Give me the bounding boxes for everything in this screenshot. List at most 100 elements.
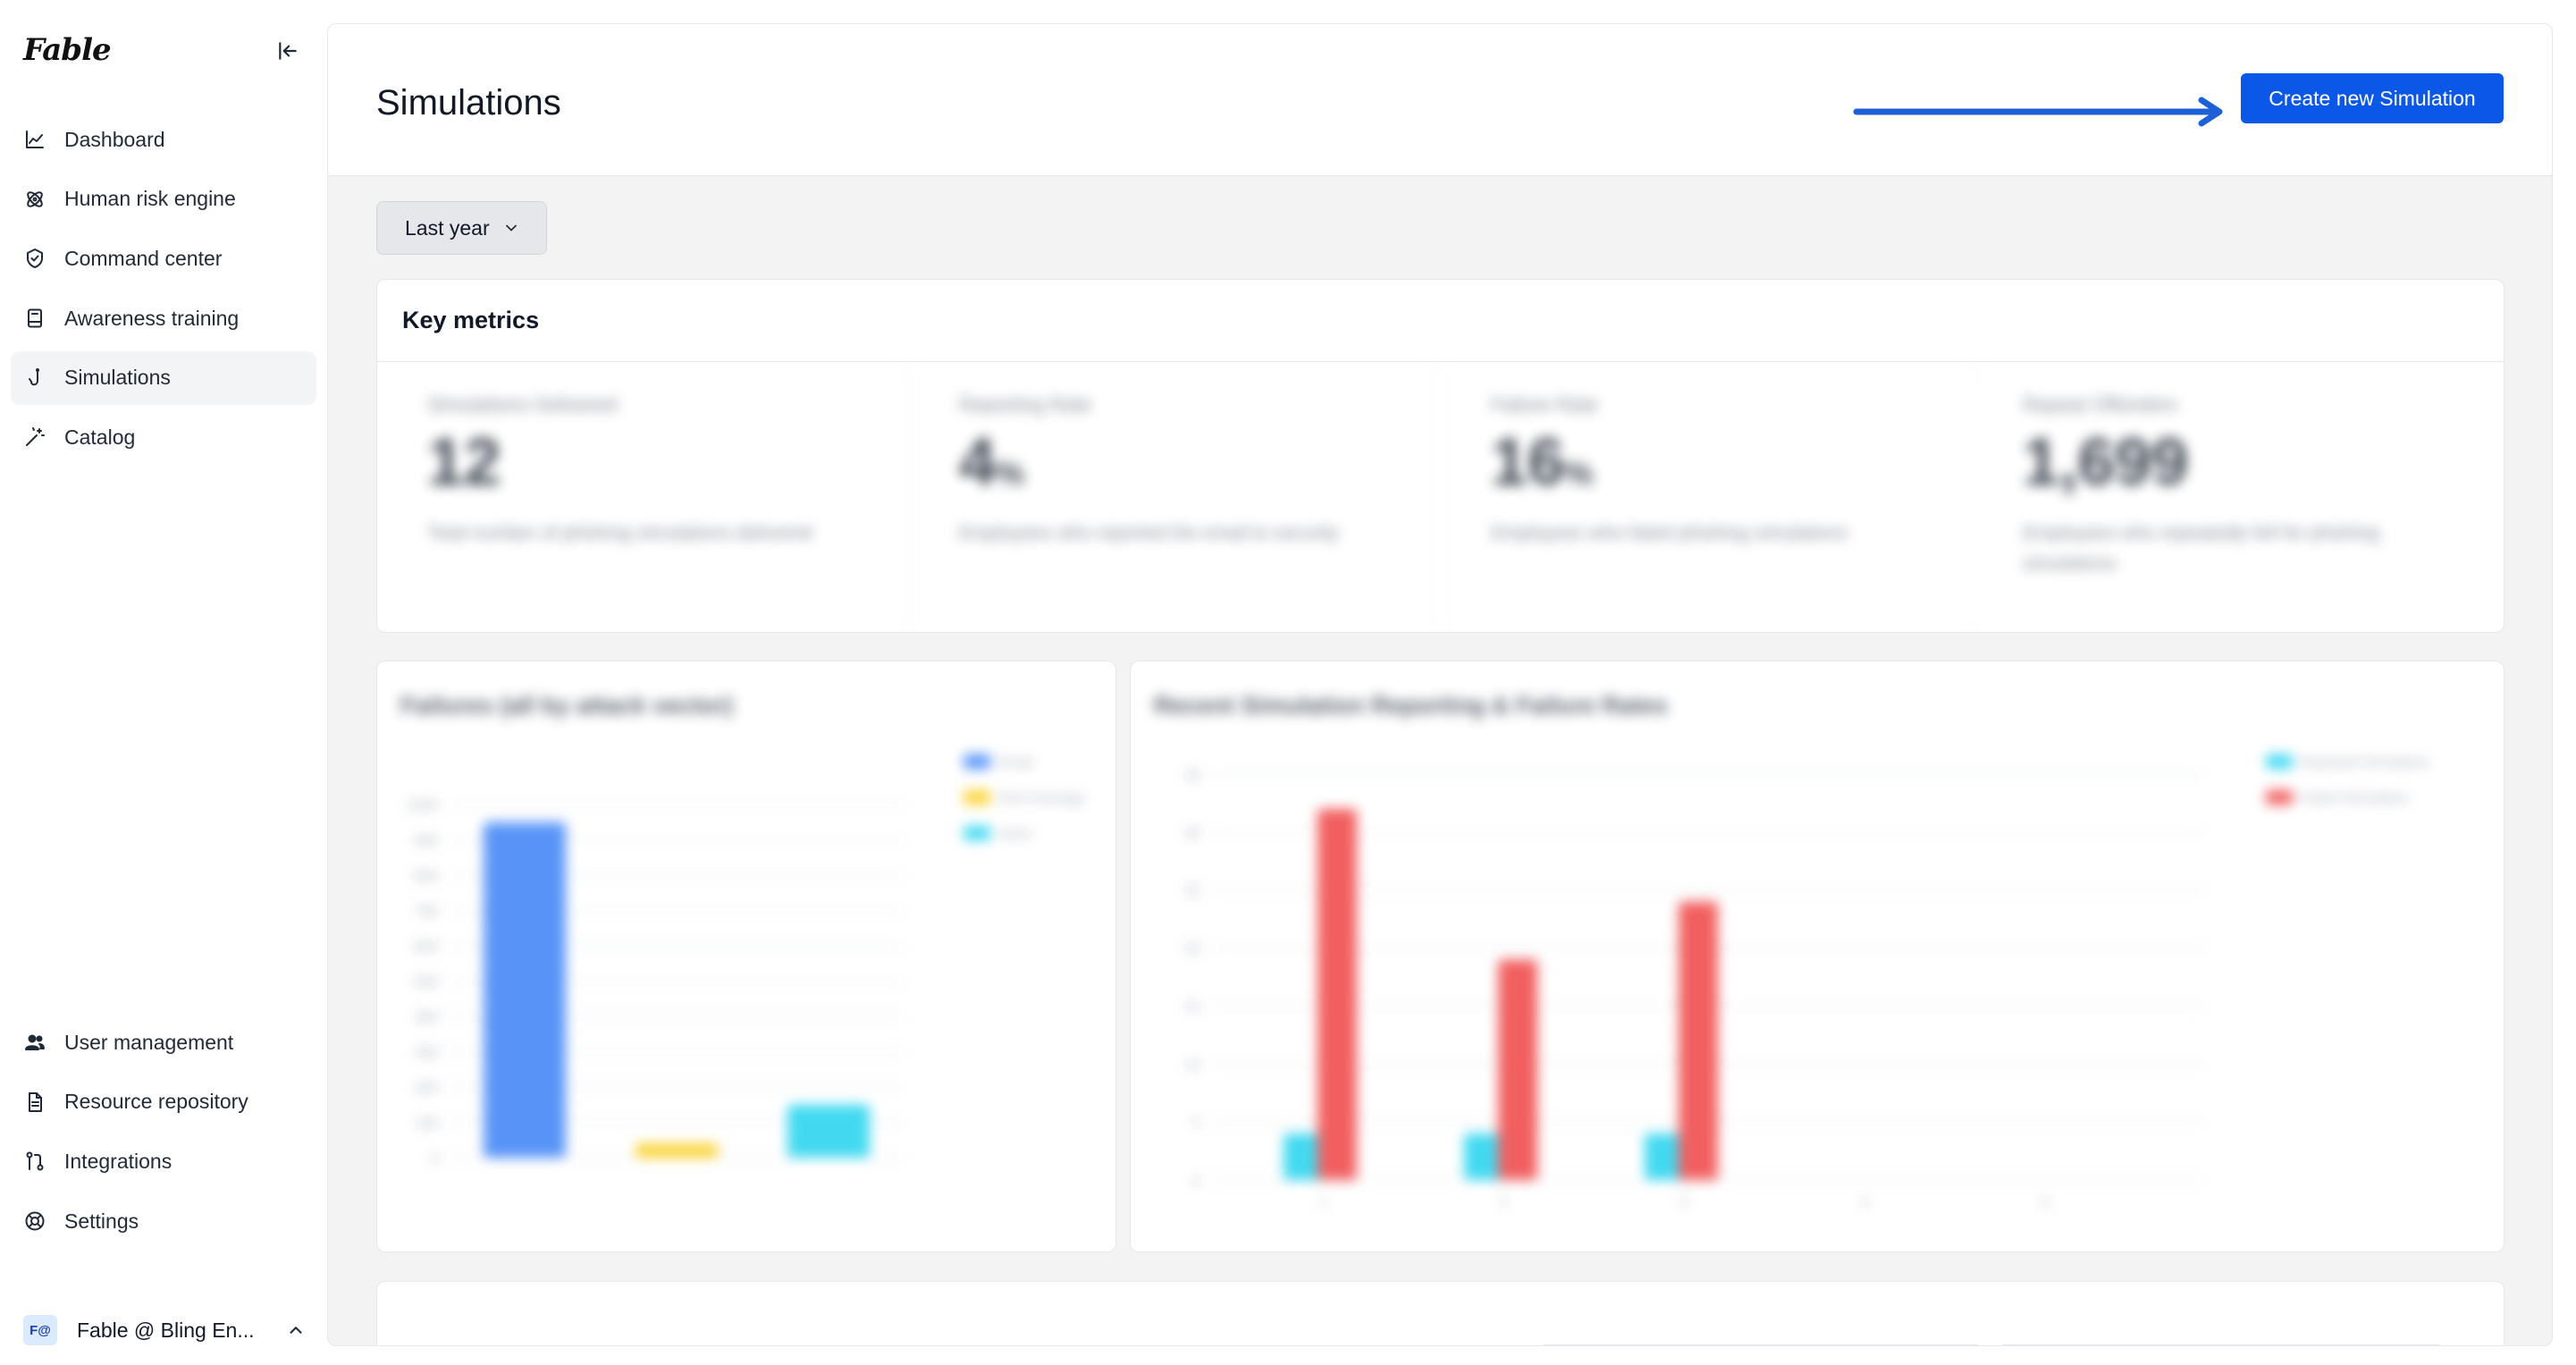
- sidebar-item-awareness-training[interactable]: Awareness training: [11, 291, 316, 345]
- y-tick-label: 20: [1184, 942, 1200, 957]
- metric-desc: Employees who reported the email to secu…: [959, 523, 1339, 543]
- y-tick-label: 0: [430, 1151, 438, 1167]
- y-tick-label: 600: [414, 939, 438, 955]
- y-tick-label: 700: [414, 905, 438, 920]
- y-tick-label: 35: [1184, 768, 1200, 783]
- y-tick-label: 100: [414, 1116, 438, 1132]
- atom-icon: [23, 188, 46, 211]
- date-range-value: Last year: [405, 215, 490, 240]
- legend-label: Reported Simulation: [2300, 755, 2429, 771]
- sidebar-item-label: Integrations: [64, 1149, 173, 1173]
- fish-hook-icon: [23, 367, 46, 390]
- bar-reported: [1284, 1133, 1323, 1180]
- metric-label: Repeat Offenders: [2023, 393, 2178, 416]
- sidebar-item-resource-repository[interactable]: Resource repository: [11, 1075, 316, 1129]
- metric-label: Reporting Rate: [959, 393, 1091, 416]
- y-tick-label: 15: [1184, 999, 1200, 1015]
- git-pull-icon: [23, 1150, 46, 1173]
- metric-value: 1,699: [2023, 425, 2189, 499]
- failures-bar-chart: 0 100 200 300 400 500 600 700 800 900 1000 Email Tex…: [406, 754, 1086, 1167]
- legend-swatch: [964, 790, 990, 805]
- sidebar-item-dashboard[interactable]: Dashboard: [11, 113, 316, 166]
- y-tick-label: 900: [414, 834, 438, 849]
- x-tick-label: 5: [2041, 1195, 2050, 1210]
- y-tick-label: 800: [414, 869, 438, 884]
- rates-chart-blur: Recent Simulation Reporting & Failure Ra…: [1131, 661, 2504, 1251]
- fable-logo[interactable]: Fable: [23, 32, 112, 68]
- sidebar-item-simulations[interactable]: Simulations: [11, 350, 316, 405]
- legend-label: Text message: [998, 791, 1086, 806]
- x-tick-label: 1: [1319, 1195, 1327, 1210]
- metric-label: Failure Rate: [1491, 393, 1598, 416]
- y-tick-label: 500: [414, 975, 438, 990]
- sidebar-item-label: Catalog: [64, 425, 136, 449]
- metric-label: Simulations Delivered: [427, 393, 618, 416]
- account-switcher[interactable]: F@ Fable @ Bling En...: [11, 1305, 316, 1355]
- y-tick-label: 200: [414, 1081, 438, 1096]
- sidebar-item-human-risk-engine[interactable]: Human risk engine: [11, 173, 316, 226]
- chevron-down-icon: [505, 224, 517, 232]
- y-tick-label: 0: [1192, 1174, 1200, 1189]
- sidebar-item-integrations[interactable]: Integrations: [11, 1134, 316, 1188]
- y-tick-label: 25: [1184, 884, 1200, 899]
- bar-failed: [1679, 901, 1718, 1180]
- legend-swatch: [2266, 754, 2293, 769]
- sidebar-item-label: Settings: [64, 1209, 139, 1233]
- magic-wand-icon: [23, 426, 46, 449]
- y-tick-label: 1000: [406, 798, 438, 813]
- sidebar-item-catalog[interactable]: Catalog: [11, 410, 316, 464]
- rates-bar-chart: 0 5 10 15 20 25 30 35 1 2 3 4 5 Reported Simulation Fa…: [1184, 754, 2429, 1210]
- y-tick-label: 10: [1184, 1057, 1200, 1073]
- filter-input[interactable]: [1538, 1344, 1983, 1345]
- metric-value: 12: [427, 425, 501, 499]
- collapse-left-icon: [279, 42, 297, 60]
- book-icon: [23, 307, 46, 330]
- search-input[interactable]: [1998, 1344, 2445, 1345]
- file-icon: [23, 1091, 46, 1114]
- y-tick-label: 300: [414, 1046, 438, 1061]
- bar-reported: [1464, 1133, 1503, 1180]
- date-range-select[interactable]: Last year: [376, 201, 547, 255]
- key-metrics-card: Key metrics Simulations Delivered 12 Tot…: [376, 279, 2504, 633]
- x-tick-label: 4: [1861, 1195, 1869, 1210]
- sidebar-item-user-management[interactable]: User management: [11, 1015, 316, 1069]
- legend-swatch: [2266, 790, 2293, 805]
- legend-label: Email: [998, 755, 1033, 771]
- sidebar-item-label: Command center: [64, 246, 223, 270]
- legend-swatch: [964, 754, 990, 769]
- metric-repeat-offenders: Repeat Offenders 1,699 Employees who rep…: [1973, 363, 2504, 632]
- primary-nav: Dashboard Human risk engine Command cent…: [11, 113, 316, 470]
- failures-chart-blur: Failures (all by attack vector) 0 100 200 3…: [377, 661, 1115, 1251]
- lifebuoy-icon: [23, 1209, 46, 1233]
- sidebar-item-label: Awareness training: [64, 306, 240, 330]
- bar-voice: [787, 1104, 870, 1158]
- sidebar-item-settings[interactable]: Settings: [11, 1194, 316, 1248]
- metric-failure-rate: Failure Rate 16% Employees who failed ph…: [1441, 363, 1973, 632]
- metric-desc: Employees who failed phishing simulation…: [1491, 523, 1848, 543]
- bar-failed: [1498, 959, 1537, 1180]
- simulations-table-card: [376, 1281, 2504, 1345]
- metric-value: 4%: [959, 425, 1025, 499]
- y-tick-label: 30: [1184, 826, 1200, 841]
- page-header: Simulations Create new Simulation: [328, 24, 2552, 176]
- key-metrics-title: Key metrics: [377, 280, 2504, 362]
- sidebar-item-label: Resource repository: [64, 1090, 248, 1114]
- metric-desc: Total number of phishing simulations del…: [427, 523, 812, 543]
- bar-reported: [1645, 1133, 1684, 1180]
- page-title: Simulations: [376, 83, 561, 122]
- sidebar-item-label: User management: [64, 1030, 234, 1054]
- metric-reporting-rate: Reporting Rate 4% Employees who reported…: [909, 363, 1441, 632]
- metrics-row: Simulations Delivered 12 Total number of…: [377, 363, 2504, 632]
- x-tick-label: 3: [1680, 1195, 1688, 1210]
- metric-desc: Employees who repeatedly fell for phishi…: [2023, 523, 2380, 574]
- create-new-simulation-button[interactable]: Create new Simulation: [2241, 73, 2504, 123]
- legend-label: Failed Simulation: [2300, 791, 2410, 806]
- legend-swatch: [964, 826, 990, 840]
- y-tick-label: 5: [1192, 1116, 1200, 1131]
- sidebar-item-command-center[interactable]: Command center: [11, 232, 316, 285]
- metric-value: 16%: [1491, 425, 1594, 499]
- collapse-sidebar-button[interactable]: [270, 36, 306, 66]
- x-tick-label: 2: [1500, 1195, 1508, 1210]
- metric-simulations-delivered: Simulations Delivered 12 Total number of…: [377, 363, 909, 632]
- sidebar: Fable Dashboard Human risk engine Comman…: [0, 0, 327, 1365]
